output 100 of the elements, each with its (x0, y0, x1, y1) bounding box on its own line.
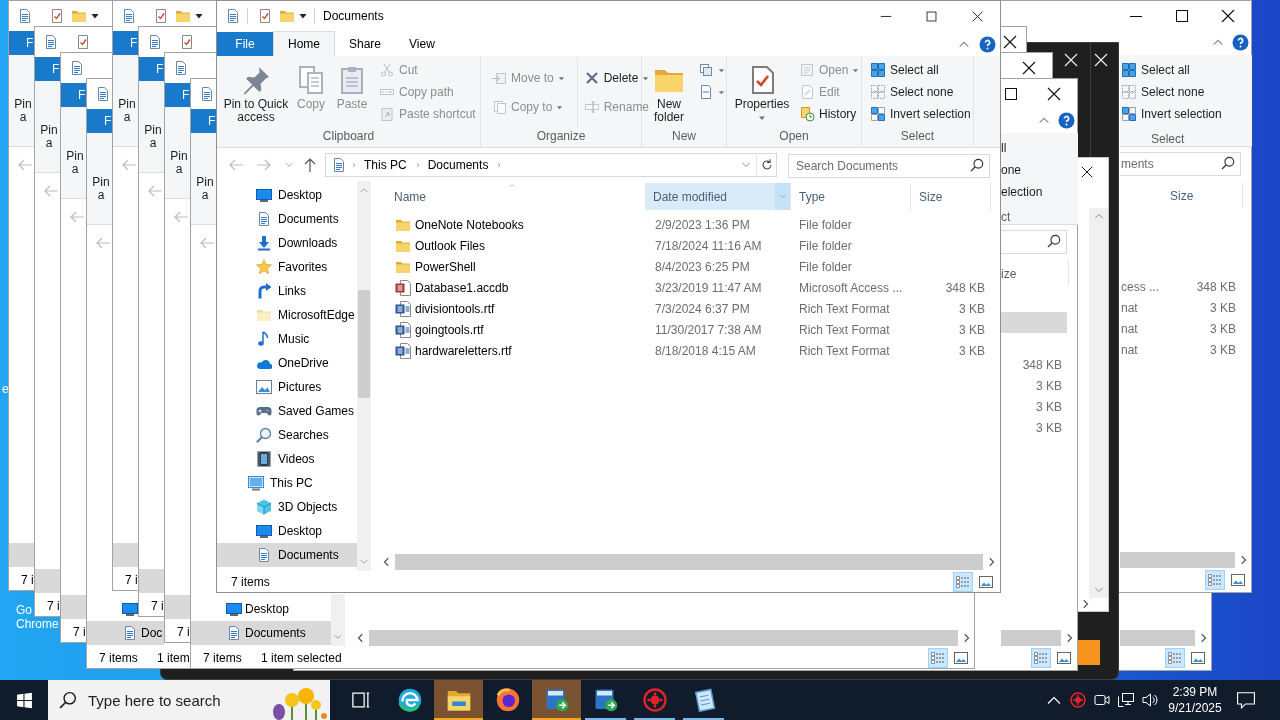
nav-item[interactable]: Saved Games (217, 399, 357, 423)
file-row[interactable]: PowerShell 8/4/2023 6:25 PM File folder (378, 256, 1000, 277)
search-field[interactable]: ments (1120, 152, 1241, 176)
checklist-icon[interactable] (153, 8, 169, 24)
column-header[interactable]: Size (911, 183, 990, 210)
file-row[interactable]: 3 KB (1001, 396, 1067, 417)
file-row[interactable]: nat 3 KB (1120, 297, 1241, 318)
ribbon-button[interactable]: Pin a (39, 124, 59, 150)
close-icon[interactable] (1046, 86, 1062, 102)
file-row[interactable]: OneNote Notebooks 2/9/2023 1:36 PM File folder (378, 214, 1000, 235)
column-header[interactable]: Type (791, 183, 910, 210)
help-icon[interactable] (1232, 34, 1249, 51)
breadcrumb-item[interactable]: This PC (360, 155, 411, 174)
ribbon-tab[interactable]: View (395, 32, 449, 56)
file-row[interactable]: nat 3 KB (1120, 318, 1241, 339)
details-view-button[interactable] (1031, 648, 1051, 668)
details-view-button[interactable] (928, 648, 948, 668)
notification-icon[interactable] (1237, 691, 1255, 709)
checklist-icon[interactable] (179, 34, 195, 50)
column-header[interactable]: Size (1170, 183, 1194, 208)
nav-item[interactable]: Desktop (217, 183, 357, 207)
nav-item[interactable]: 3D Objects (217, 495, 357, 519)
checklist-icon[interactable] (257, 8, 273, 24)
ribbon-button[interactable]: Pin a (91, 176, 111, 202)
nav-item[interactable]: Desktop (191, 597, 331, 621)
ribbon-button[interactable]: Invert selection (1121, 103, 1222, 125)
nav-item[interactable]: Videos (217, 447, 357, 471)
file-row[interactable]: 3 KB (1001, 375, 1067, 396)
file-menu-button[interactable]: F (139, 57, 164, 81)
column-header[interactable]: Name (378, 183, 645, 210)
file-menu-button[interactable]: F (61, 83, 86, 107)
nav-item[interactable]: Documents (191, 621, 331, 645)
document-icon[interactable] (95, 86, 111, 102)
close-icon[interactable] (1080, 165, 1094, 179)
ribbon-button[interactable]: Delete (581, 67, 654, 89)
nav-item[interactable]: MicrosoftEdge (217, 303, 357, 327)
file-menu-button[interactable]: F (191, 109, 216, 133)
clock-time[interactable]: 2:39 PM (1172, 684, 1218, 700)
nav-item[interactable]: Documents (217, 207, 357, 231)
close-icon[interactable] (1002, 34, 1018, 50)
file-menu-button[interactable]: F (9, 31, 34, 55)
file-menu-button[interactable]: F (165, 83, 190, 107)
help-icon[interactable] (979, 36, 996, 53)
details-view-button[interactable] (1205, 570, 1225, 590)
ribbon-button[interactable]: Pin to Quick access (221, 58, 291, 124)
file-menu-button[interactable]: F (35, 57, 60, 81)
search-field[interactable] (1001, 230, 1067, 254)
file-row[interactable]: Database1.accdb 3/23/2019 11:47 AM Microsoft Access ... 348 KB (378, 277, 1000, 298)
file-row[interactable]: divisiontools.rtf 7/3/2024 6:37 PM Rich Text Format 3 KB (378, 298, 1000, 319)
volume-icon[interactable] (1142, 692, 1158, 708)
nav-item[interactable]: This PC (217, 471, 357, 495)
ribbon-button[interactable]: Pin a (65, 150, 85, 176)
nav-item[interactable]: Downloads (217, 231, 357, 255)
ribbon-button[interactable]: Properties (731, 58, 793, 122)
ribbon-button[interactable]: Select none (868, 81, 975, 103)
help-icon[interactable] (1058, 112, 1075, 129)
document-icon[interactable] (199, 86, 215, 102)
file-row[interactable]: Outlook Files 7/18/2024 11:16 AM File folder (378, 235, 1000, 256)
clock-date[interactable]: 9/21/2025 (1168, 700, 1222, 716)
maximize-icon[interactable] (1003, 86, 1019, 102)
document-icon[interactable] (147, 34, 163, 50)
ribbon-button[interactable]: Pin a (169, 150, 189, 176)
file-row[interactable]: hardwareletters.rtf 8/18/2018 4:15 AM Rich Text Format 3 KB (378, 340, 1000, 361)
ribbon-button[interactable]: one (1001, 159, 1022, 181)
file-row[interactable]: cess ... 348 KB (1120, 276, 1241, 297)
nav-item[interactable]: Pictures (217, 375, 357, 399)
file-row[interactable]: 348 KB (1001, 354, 1067, 375)
checklist-icon[interactable] (75, 34, 91, 50)
document-icon[interactable] (225, 8, 241, 24)
camera-icon[interactable] (1094, 692, 1110, 708)
close-icon[interactable] (1021, 60, 1037, 76)
nav-item[interactable]: OneDrive (217, 351, 357, 375)
breadcrumb-item[interactable]: Documents (423, 155, 493, 174)
close-icon[interactable] (971, 9, 984, 23)
document-icon[interactable] (173, 60, 189, 76)
search-field[interactable]: Type here to search (48, 680, 330, 720)
nav-item[interactable]: Music (217, 327, 357, 351)
document-icon[interactable] (17, 8, 33, 24)
nav-item[interactable]: Doc (87, 621, 164, 645)
ribbon-tab[interactable]: Share (335, 32, 396, 56)
ribbon-button[interactable]: Pin a (195, 176, 215, 202)
ribbon-button[interactable]: Select all (868, 59, 975, 81)
column-header[interactable]: Date modified (646, 183, 775, 210)
address-bar[interactable]: This PC Documents (325, 152, 777, 177)
ribbon-button[interactable]: election (1001, 181, 1043, 203)
file-row[interactable]: goingtools.rtf 11/30/2017 7:38 AM Rich Text Format 3 KB (378, 319, 1000, 340)
document-icon[interactable] (69, 60, 85, 76)
ribbon-button[interactable]: Pin a (117, 98, 137, 124)
nav-item[interactable]: Documents (217, 543, 357, 567)
file-row[interactable]: nat 3 KB (1120, 339, 1241, 360)
close-icon[interactable] (1220, 8, 1236, 24)
ribbon-button[interactable]: Invert selection (868, 103, 975, 125)
ribbon-button[interactable]: Select none (1121, 81, 1205, 103)
ribbon-tab[interactable]: Home (273, 31, 335, 56)
nav-item[interactable]: Searches (217, 423, 357, 447)
details-view-button[interactable] (953, 571, 973, 592)
nav-item[interactable]: Links (217, 279, 357, 303)
network-icon[interactable] (1118, 692, 1134, 708)
file-menu-button[interactable]: File (217, 32, 273, 56)
ribbon-button[interactable]: Pin a (143, 124, 163, 150)
